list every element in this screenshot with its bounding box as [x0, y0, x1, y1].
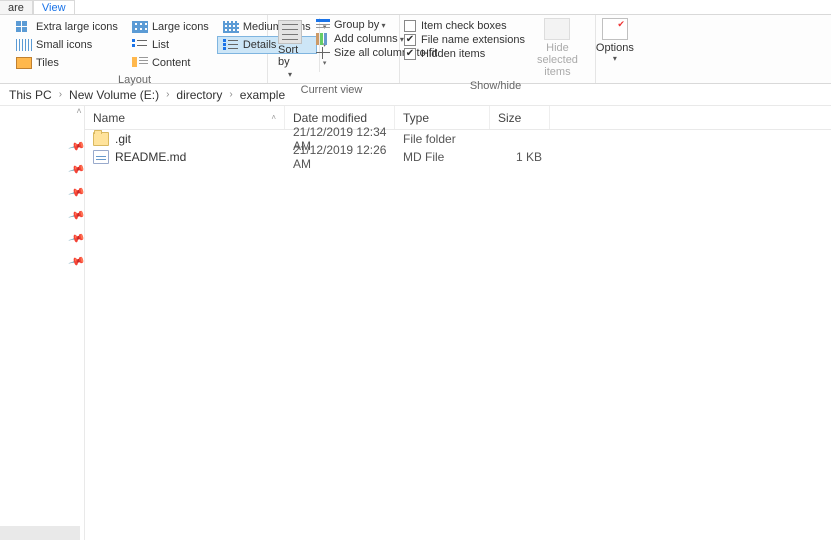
pin-icon[interactable]: 📌 — [68, 229, 87, 247]
file-type: File folder — [395, 132, 490, 146]
pin-icon[interactable]: 📌 — [68, 160, 87, 178]
add-columns-icon — [316, 33, 330, 45]
file-row[interactable]: README.md21/12/2019 12:26 AMMD File1 KB — [85, 148, 831, 166]
group-layout: Extra large icons Large icons Medium ico… — [6, 14, 268, 83]
view-content[interactable]: Content — [126, 54, 215, 72]
size-fit-icon — [316, 47, 330, 59]
group-layout-label: Layout — [10, 72, 259, 86]
sort-icon — [278, 20, 302, 44]
folder-icon — [93, 132, 109, 146]
options-icon — [602, 18, 628, 40]
breadcrumb-directory[interactable]: directory — [173, 88, 225, 102]
chevron-down-icon — [613, 54, 617, 63]
view-small-icons[interactable]: Small icons — [10, 36, 124, 54]
main-area: ˄ 📌 📌 📌 📌 📌 📌 Name˄ Date modified Type S… — [0, 106, 831, 540]
group-current-view: Sort by Group by Add columns Size all co… — [268, 14, 400, 83]
sort-by-button[interactable]: Sort by — [272, 18, 308, 82]
column-headers: Name˄ Date modified Type Size — [85, 106, 831, 130]
file-name: README.md — [115, 150, 186, 164]
medium-icons-icon — [223, 21, 239, 33]
view-extra-large-icons[interactable]: Extra large icons — [10, 18, 124, 36]
file-list: Name˄ Date modified Type Size .git21/12/… — [85, 106, 831, 540]
file-size: 1 KB — [490, 150, 550, 164]
breadcrumb-this-pc[interactable]: This PC — [6, 88, 55, 102]
pin-icon[interactable]: 📌 — [68, 206, 87, 224]
file-name: .git — [115, 132, 131, 146]
large-icons-icon — [132, 21, 148, 33]
pin-icon[interactable]: 📌 — [68, 183, 87, 201]
nav-scroll-up-icon[interactable]: ˄ — [74, 106, 84, 116]
group-show-hide-label: Show/hide — [404, 78, 587, 92]
view-large-icons[interactable]: Large icons — [126, 18, 215, 36]
chevron-right-icon[interactable]: › — [55, 89, 66, 100]
group-show-hide: Item check boxes ✔File name extensions ✔… — [400, 14, 596, 83]
options-button[interactable]: Options — [590, 18, 640, 63]
list-icon — [132, 39, 148, 51]
chevron-right-icon[interactable]: › — [162, 89, 173, 100]
hide-selected-icon — [544, 18, 570, 40]
nav-footer — [0, 526, 80, 540]
view-tiles[interactable]: Tiles — [10, 54, 124, 72]
column-type[interactable]: Type — [395, 106, 490, 129]
column-name[interactable]: Name˄ — [85, 106, 285, 129]
extra-large-icons-icon — [16, 21, 32, 33]
navigation-pane: ˄ 📌 📌 📌 📌 📌 📌 — [0, 106, 85, 540]
group-by-icon — [316, 19, 330, 31]
hide-selected-button[interactable]: Hide selected items — [531, 18, 584, 78]
tab-view[interactable]: View — [33, 0, 75, 14]
file-type: MD File — [395, 150, 490, 164]
breadcrumb-example[interactable]: example — [237, 88, 288, 102]
pin-icon[interactable]: 📌 — [68, 137, 87, 155]
item-check-boxes-toggle[interactable]: Item check boxes — [404, 20, 525, 32]
file-date: 21/12/2019 12:26 AM — [285, 143, 395, 171]
checkbox-checked-icon: ✔ — [404, 48, 416, 60]
chevron-right-icon[interactable]: › — [225, 89, 236, 100]
content-icon — [132, 57, 148, 69]
ribbon-tabs: are View — [0, 0, 831, 14]
file-name-extensions-toggle[interactable]: ✔File name extensions — [404, 34, 525, 46]
file-row[interactable]: .git21/12/2019 12:34 AMFile folder — [85, 130, 831, 148]
details-icon — [223, 39, 239, 51]
column-size[interactable]: Size — [490, 106, 550, 129]
small-icons-icon — [16, 39, 32, 51]
tab-share[interactable]: are — [0, 0, 33, 14]
checkbox-checked-icon: ✔ — [404, 34, 416, 46]
checkbox-icon — [404, 20, 416, 32]
chevron-down-icon — [288, 68, 292, 80]
group-current-view-label: Current view — [272, 82, 391, 96]
ribbon: Extra large icons Large icons Medium ico… — [0, 14, 831, 84]
hidden-items-toggle[interactable]: ✔Hidden items — [404, 48, 525, 60]
sort-indicator-icon: ˄ — [271, 113, 276, 122]
view-list[interactable]: List — [126, 36, 215, 54]
pin-icon[interactable]: 📌 — [68, 252, 87, 270]
breadcrumb-volume[interactable]: New Volume (E:) — [66, 88, 162, 102]
tiles-icon — [16, 57, 32, 69]
file-icon — [93, 150, 109, 164]
